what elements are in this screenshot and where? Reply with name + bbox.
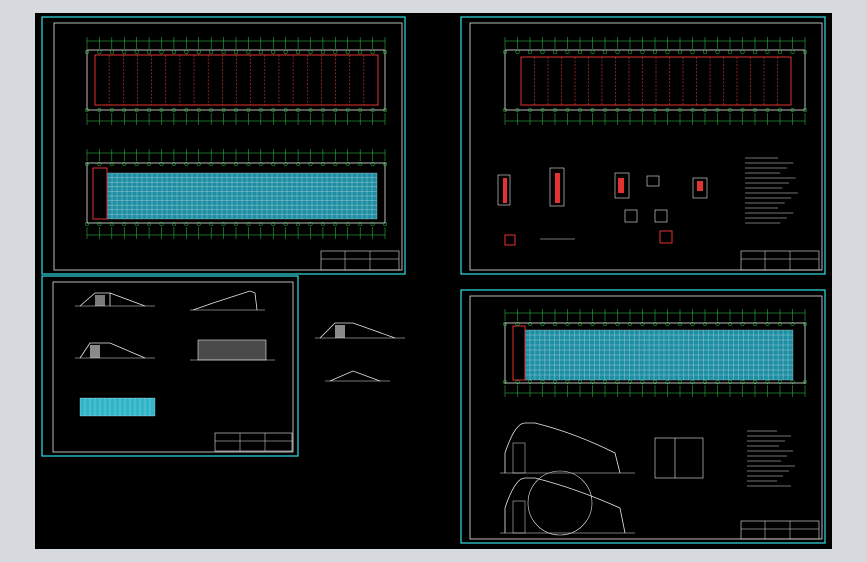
grid-axis-bubble: [171, 49, 176, 55]
cad-drawing-canvas[interactable]: [35, 13, 832, 549]
grid-axis-bubble: [640, 49, 645, 55]
greenhouse-section-b: [190, 290, 265, 311]
grid-axis-bubble: [333, 49, 338, 55]
sheet-1[interactable]: [41, 16, 406, 275]
title-block-4: [740, 520, 820, 540]
design-notes: [745, 157, 798, 224]
grid-axis-bubble: [715, 49, 720, 55]
title-block-2: [214, 432, 293, 452]
grid-axis-bubble: [97, 49, 102, 55]
grid-axis-bubble: [752, 49, 758, 55]
grid-axis-bubble: [590, 49, 595, 55]
grid-axis-bubble: [765, 49, 770, 55]
sheet-2[interactable]: [41, 275, 405, 457]
end-wall-detail: [654, 437, 704, 479]
grid-axis-bubble: [159, 49, 164, 55]
grid-axis-bubble: [602, 49, 608, 55]
sheet-4[interactable]: [460, 289, 826, 544]
grid-axis-bubble: [109, 49, 114, 55]
grid-axis-bubble: [233, 49, 239, 55]
grid-axis-bubble: [221, 49, 226, 55]
grid-axis-bubble: [652, 49, 658, 55]
grid-axis-bubble: [790, 49, 795, 55]
title-block-3: [740, 250, 820, 271]
grid-axis-bubble: [577, 49, 583, 55]
loose-section-sketch-1: [315, 322, 405, 339]
grid-axis-bubble: [271, 49, 276, 55]
grid-axis-bubble: [196, 49, 201, 55]
notes-4: [747, 430, 795, 487]
grid-axis-bubble: [308, 49, 313, 55]
grid-axis-bubble: [147, 49, 152, 55]
grid-axis-bubble: [370, 49, 375, 55]
sheet-3[interactable]: [460, 16, 826, 275]
grid-axis-bubble: [690, 49, 695, 55]
glazed-panel-section: [79, 397, 156, 417]
grid-axis-bubble: [702, 49, 708, 55]
grid-axis-bubble: [258, 49, 263, 55]
grid-axis-bubble: [552, 49, 558, 55]
grid-axis-bubble: [665, 49, 670, 55]
grid-axis-bubble: [296, 49, 301, 55]
grid-axis-bubble: [740, 49, 745, 55]
grid-axis-bubble: [615, 49, 620, 55]
foundation-plan: [502, 37, 808, 125]
floor-plan-top: [84, 37, 388, 125]
grid-axis-bubble: [246, 49, 251, 55]
grid-axis-bubble: [209, 49, 214, 55]
title-block-1: [320, 250, 400, 271]
grid-axis-bubble: [727, 49, 733, 55]
grid-axis-bubble: [345, 49, 350, 55]
grid-axis-bubble: [540, 49, 545, 55]
grid-axis-bubble: [283, 49, 288, 55]
grid-axis-bubble: [627, 49, 633, 55]
grid-axis-bubble: [134, 49, 139, 55]
grid-axis-bubble: [777, 49, 783, 55]
grid-axis-bubble: [320, 49, 325, 55]
arch-section-2: [500, 470, 635, 536]
grid-axis-bubble: [358, 49, 363, 55]
glazed-elevation: [84, 149, 388, 239]
grid-axis-bubble: [527, 49, 533, 55]
grid-axis-bubble: [565, 49, 570, 55]
loose-section-sketch-2: [325, 370, 390, 382]
south-elevation: [502, 309, 808, 397]
grid-axis-bubble: [677, 49, 683, 55]
grid-axis-bubble: [184, 49, 189, 55]
cad-drawing-viewport[interactable]: [35, 13, 832, 549]
greenhouse-section-d: [190, 339, 275, 361]
greenhouse-section-c: [75, 342, 155, 359]
footing-details: [497, 167, 708, 246]
greenhouse-section-a: [75, 292, 155, 307]
arch-section-1: [500, 422, 635, 474]
grid-axis-bubble: [122, 49, 127, 55]
grid-axis-bubble: [515, 49, 520, 55]
